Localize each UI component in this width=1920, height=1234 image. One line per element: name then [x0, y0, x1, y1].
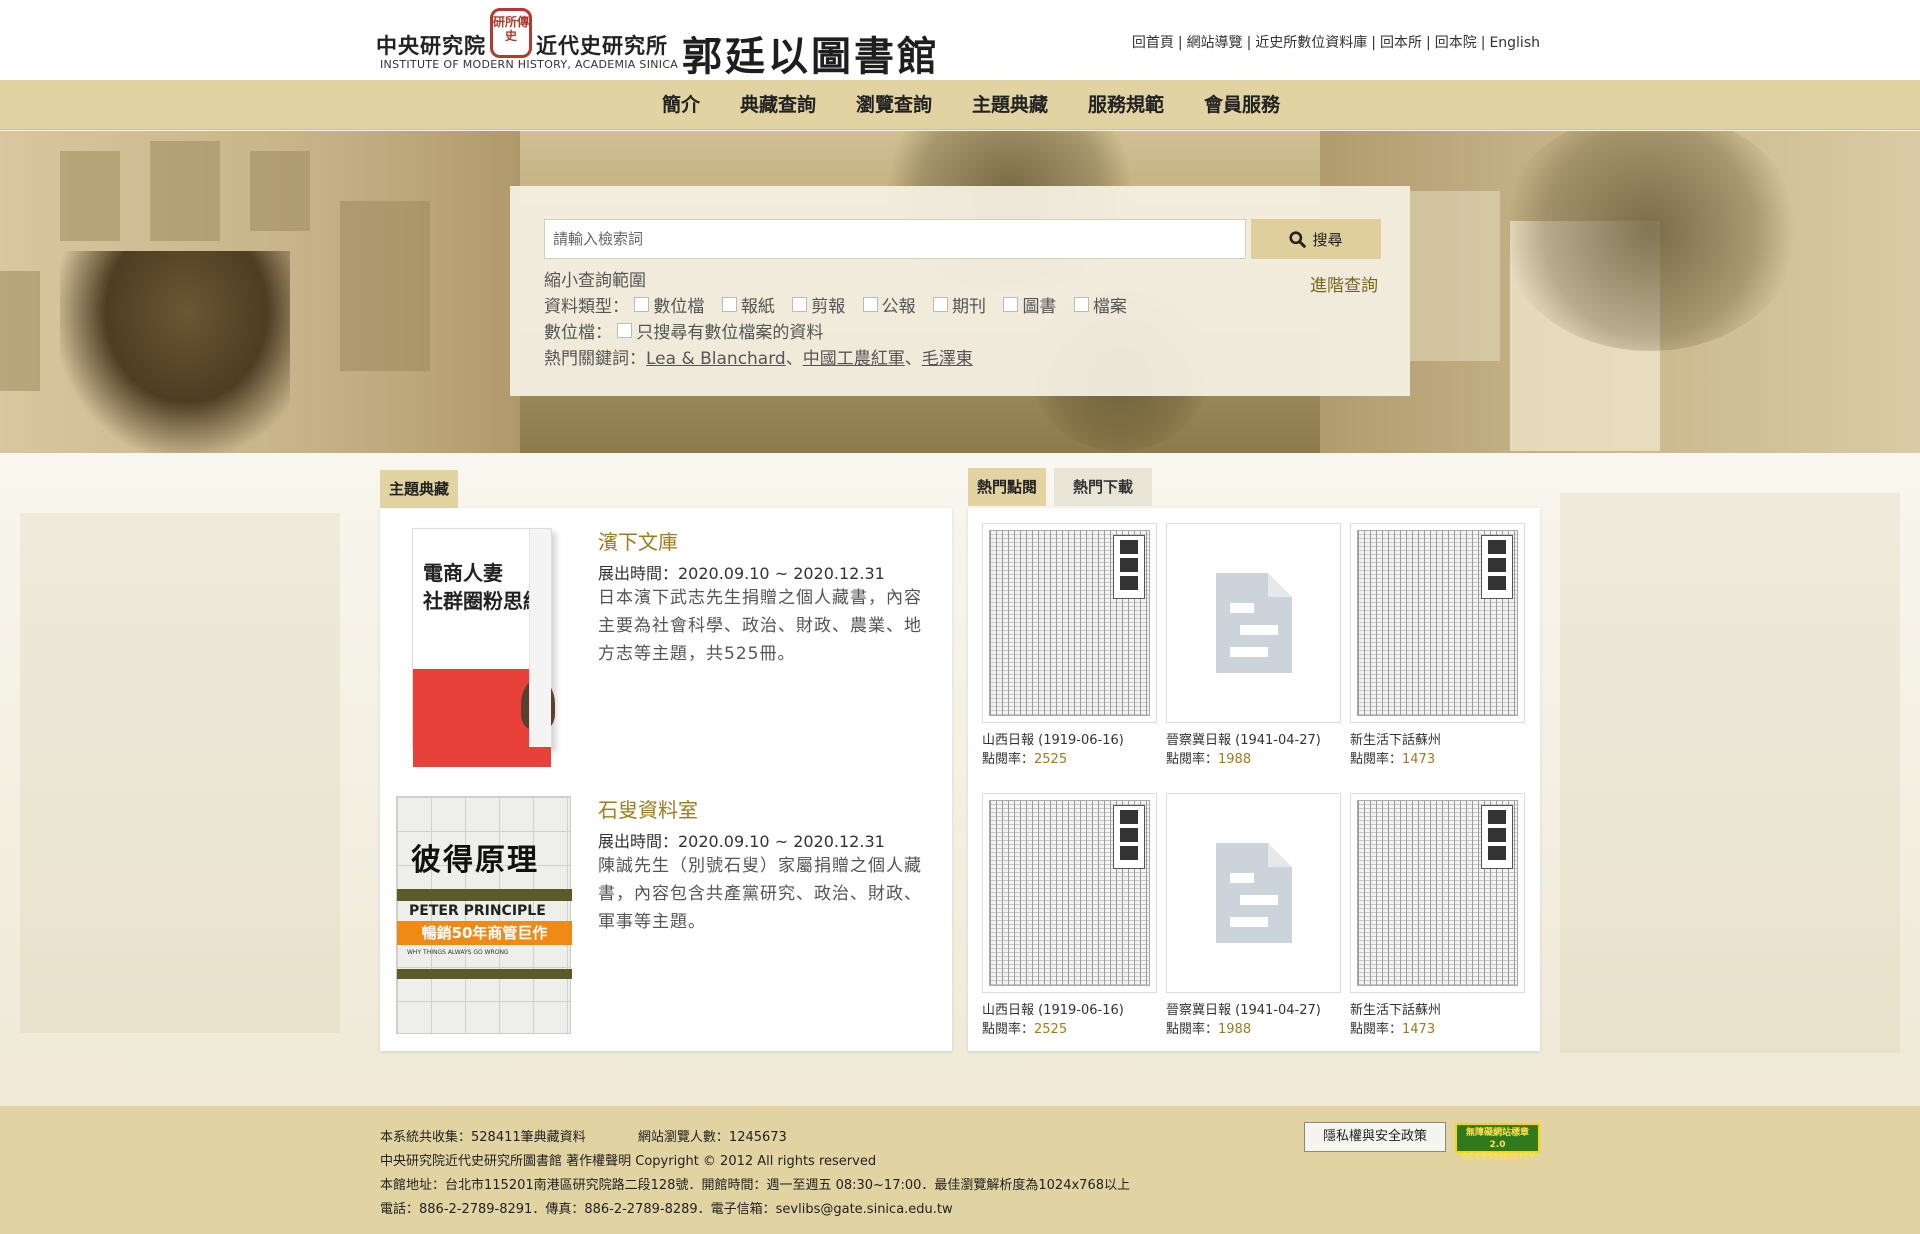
collection-cover-image[interactable]: 彼得原理 PETER PRINCIPLE 暢銷50年商管巨作 WHY THING…: [396, 796, 572, 1034]
type-filter-row: 資料類型： 數位檔 報紙 剪報 公報 期刊 圖書 檔案: [544, 292, 1139, 317]
hot-keyword-link[interactable]: Lea & Blanchard: [646, 349, 786, 369]
hot-keywords-row: 熱門關鍵詞：Lea & Blanchard、中國工農紅軍、毛澤東: [544, 349, 973, 369]
popular-item-rate: 點閱率：2525: [982, 1022, 1068, 1037]
popular-item-rate: 點閱率：2525: [982, 752, 1068, 767]
popular-item-title: 晉察冀日報 (1941-04-27): [1166, 733, 1321, 748]
newspaper-thumbnail: [982, 523, 1157, 723]
footer-stats: 本系統共收集：528411筆典藏資料 網站瀏覽人數：1245673: [380, 1126, 787, 1145]
collection-description: 陳誠先生（別號石叟）家屬捐贈之個人藏書，內容包含共產黨研究、政治、財政、軍事等主…: [598, 856, 922, 932]
main-nav: 簡介 典藏查詢 瀏覽查詢 主題典藏 服務規範 會員服務: [0, 80, 1920, 130]
collection-item: 彼得原理 PETER PRINCIPLE 暢銷50年商管巨作 WHY THING…: [396, 794, 936, 1036]
footer-copyright: 中央研究院近代史研究所圖書館 著作權聲明 Copyright © 2012 Al…: [380, 1154, 877, 1169]
search-panel: 搜尋 進階查詢 縮小查詢範圍 資料類型： 數位檔 報紙 剪報 公報 期刊 圖書 …: [510, 186, 1410, 396]
footer-address: 本館地址：台北市115201南港區研究院路二段128號．開館時間：週一至週五 0…: [380, 1178, 1130, 1193]
popular-item-title: 新生活下話蘇州: [1350, 1003, 1442, 1018]
tab-theme-collections[interactable]: 主題典藏: [380, 470, 459, 508]
nav-item-intro[interactable]: 簡介: [642, 80, 720, 130]
hot-keywords-label: 熱門關鍵詞：: [544, 349, 646, 369]
privacy-policy-button[interactable]: 隱私權與安全政策: [1304, 1122, 1446, 1152]
top-links: 回首頁 | 網站導覽 | 近史所數位資料庫 | 回本所 | 回本院 | English: [1131, 35, 1540, 51]
type-checkbox-clipping[interactable]: 剪報: [792, 292, 845, 317]
type-filter-label: 資料類型：: [544, 297, 629, 317]
nav-item-collection-search[interactable]: 典藏查詢: [720, 80, 836, 130]
collection-date: 展出時間：2020.09.10 ~ 2020.12.31: [598, 832, 885, 851]
nav-item-member[interactable]: 會員服務: [1184, 80, 1300, 130]
newspaper-thumbnail: [1350, 793, 1525, 993]
document-thumbnail: [1166, 793, 1341, 993]
popular-item-rate: 點閱率：1473: [1350, 752, 1436, 767]
popular-item-title: 山西日報 (1919-06-16): [982, 1003, 1124, 1018]
nav-item-rules[interactable]: 服務規範: [1068, 80, 1184, 130]
accessibility-badge-icon[interactable]: 無障礙網站標章2.0 ACCESSIBILITY: [1455, 1123, 1540, 1162]
collection-title[interactable]: 濱下文庫: [598, 526, 678, 555]
newspaper-thumbnail: [1350, 523, 1525, 723]
content-background: [0, 453, 1920, 1106]
search-button-label: 搜尋: [1312, 230, 1343, 249]
popular-item-title: 山西日報 (1919-06-16): [982, 733, 1124, 748]
tab-popular-views[interactable]: 熱門點閱: [968, 468, 1047, 506]
hot-keyword-link[interactable]: 中國工農紅軍: [803, 349, 905, 369]
popular-items-panel: 山西日報 (1919-06-16) 點閱率：2525 晉察冀日報 (1941-0…: [968, 508, 1540, 1051]
site-logo[interactable]: 中央研究院 研所傳史 近代史研究所 INSTITUTE OF MODERN HI…: [376, 8, 956, 80]
digital-filter-row: 數位檔： 只搜尋有數位檔案的資料: [544, 318, 835, 343]
narrow-search-title: 縮小查詢範圍: [544, 271, 646, 291]
popular-item-rate: 點閱率：1988: [1166, 1022, 1252, 1037]
advanced-search-link[interactable]: 進階查詢: [1310, 271, 1378, 296]
institute-seal-icon: 研所傳史: [490, 8, 532, 58]
site-header: 中央研究院 研所傳史 近代史研究所 INSTITUTE OF MODERN HI…: [0, 0, 1920, 80]
logo-institute-name: 近代史研究所: [536, 34, 668, 58]
hero-portrait-photo: [60, 251, 290, 453]
tab-popular-downloads[interactable]: 熱門下載: [1054, 468, 1152, 506]
link-institute[interactable]: 回本所: [1380, 35, 1422, 51]
link-home[interactable]: 回首頁: [1132, 35, 1174, 51]
footer-contact: 電話：886-2-2789-8291．傳真：886-2-2789-8289．電子…: [380, 1202, 953, 1217]
nav-item-themes[interactable]: 主題典藏: [952, 80, 1068, 130]
link-english[interactable]: English: [1489, 35, 1540, 51]
type-checkbox-archive[interactable]: 檔案: [1073, 292, 1127, 317]
collection-item: 電商人妻 社群圈粉思維 濱下文庫 展出時間：2020.09.10 ~ 2020.1…: [396, 526, 936, 767]
site-footer: 本系統共收集：528411筆典藏資料 網站瀏覽人數：1245673 中央研究院近…: [0, 1106, 1920, 1234]
collection-description: 日本濱下武志先生捐贈之個人藏書，內容主要為社會科學、政治、財政、農業、地方志等主…: [598, 588, 922, 664]
search-icon: [1289, 230, 1307, 248]
document-thumbnail: [1166, 523, 1341, 723]
type-checkbox-book[interactable]: 圖書: [1003, 292, 1056, 317]
logo-english-name: INSTITUTE OF MODERN HISTORY, ACADEMIA SI…: [380, 58, 679, 71]
footer-visitor-count: 網站瀏覽人數：1245673: [637, 1130, 787, 1145]
collection-cover-image[interactable]: 電商人妻 社群圈粉思維: [412, 528, 555, 767]
link-academia[interactable]: 回本院: [1435, 35, 1477, 51]
newspaper-thumbnail: [982, 793, 1157, 993]
theme-collections-panel: 電商人妻 社群圈粉思維 濱下文庫 展出時間：2020.09.10 ~ 2020.1…: [380, 508, 952, 1051]
type-checkbox-digital[interactable]: 數位檔: [634, 292, 704, 317]
logo-academia-sinica: 中央研究院: [376, 34, 486, 58]
link-digital-archives[interactable]: 近史所數位資料庫: [1255, 35, 1367, 51]
type-checkbox-gazette[interactable]: 公報: [862, 292, 916, 317]
nav-item-browse[interactable]: 瀏覽查詢: [836, 80, 952, 130]
collection-date: 展出時間：2020.09.10 ~ 2020.12.31: [598, 564, 885, 583]
document-icon: [1215, 843, 1292, 943]
type-checkbox-newspaper[interactable]: 報紙: [721, 292, 775, 317]
popular-item-rate: 點閱率：1473: [1350, 1022, 1436, 1037]
popular-item-title: 晉察冀日報 (1941-04-27): [1166, 1003, 1321, 1018]
digital-only-checkbox[interactable]: 只搜尋有數位檔案的資料: [617, 318, 823, 343]
collection-title[interactable]: 石叟資料室: [598, 794, 698, 823]
link-sitemap[interactable]: 網站導覽: [1187, 35, 1243, 51]
search-input[interactable]: [544, 219, 1246, 259]
library-name: 郭廷以圖書館: [682, 33, 940, 80]
type-checkbox-journal[interactable]: 期刊: [933, 292, 986, 317]
popular-item-rate: 點閱率：1988: [1166, 752, 1252, 767]
footer-collection-count: 本系統共收集：528411筆典藏資料: [380, 1130, 586, 1145]
search-button[interactable]: 搜尋: [1251, 219, 1381, 259]
document-icon: [1215, 573, 1292, 673]
digital-filter-label: 數位檔：: [544, 323, 612, 343]
popular-item-title: 新生活下話蘇州: [1350, 733, 1442, 748]
hot-keyword-link[interactable]: 毛澤東: [922, 349, 973, 369]
